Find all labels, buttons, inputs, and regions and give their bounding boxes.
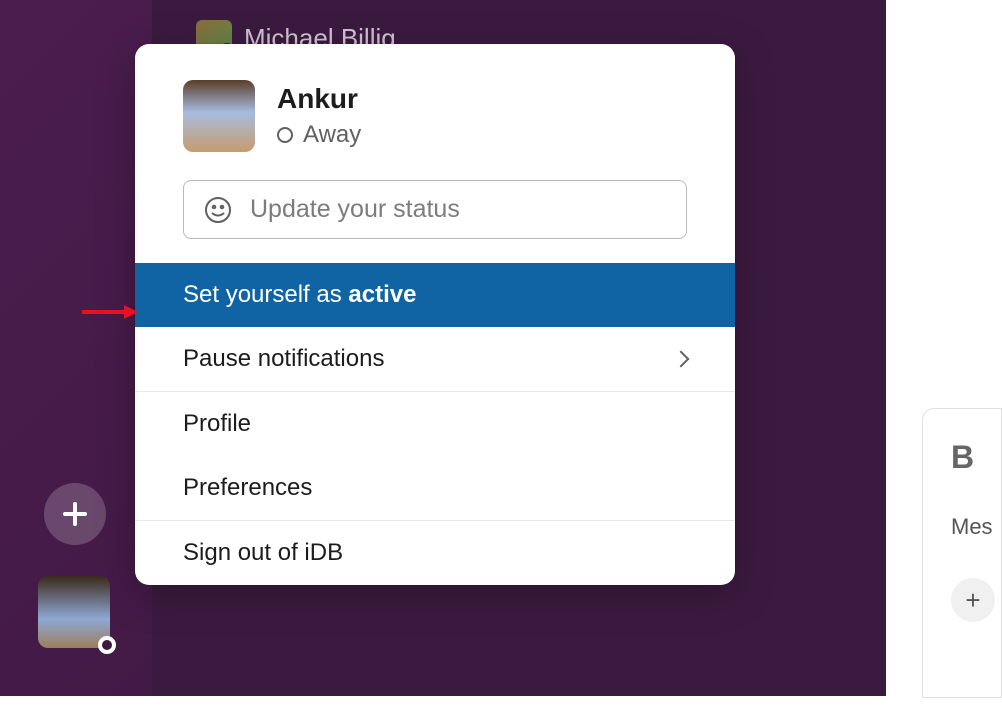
sign-out-menu-item[interactable]: Sign out of iDB xyxy=(135,521,735,585)
plus-icon xyxy=(60,499,90,529)
status-placeholder: Update your status xyxy=(250,195,460,224)
popup-status-text: Away xyxy=(303,121,361,149)
smiley-icon xyxy=(204,196,232,224)
profile-label: Profile xyxy=(183,410,251,438)
message-compose-pane: B Mes + xyxy=(922,408,1002,698)
compose-button[interactable] xyxy=(44,483,106,545)
profile-menu-item[interactable]: Profile xyxy=(135,392,735,456)
set-active-bold: active xyxy=(348,281,416,308)
chevron-right-icon xyxy=(673,351,690,368)
message-input-label[interactable]: Mes xyxy=(951,514,1001,540)
preferences-menu-item[interactable]: Preferences xyxy=(135,456,735,520)
sign-out-label: Sign out of iDB xyxy=(183,539,343,567)
update-status-input[interactable]: Update your status xyxy=(183,180,687,239)
bold-format-icon[interactable]: B xyxy=(951,439,1001,476)
popup-user-avatar xyxy=(183,80,255,152)
popup-status-line: Away xyxy=(277,121,361,149)
current-user-avatar[interactable] xyxy=(38,576,110,648)
pause-notifications-label: Pause notifications xyxy=(183,345,384,373)
set-active-prefix: Set yourself as xyxy=(183,281,348,308)
pause-notifications-menu-item[interactable]: Pause notifications xyxy=(135,327,735,391)
user-menu-popup: Ankur Away Update your status Set yourse… xyxy=(135,44,735,585)
preferences-label: Preferences xyxy=(183,474,312,502)
popup-user-name: Ankur xyxy=(277,83,361,115)
popup-header: Ankur Away xyxy=(135,44,735,180)
away-status-icon xyxy=(277,127,293,143)
set-active-menu-item[interactable]: Set yourself as active xyxy=(135,263,735,327)
current-user-status-dot xyxy=(98,636,116,654)
add-attachment-button[interactable]: + xyxy=(951,578,995,622)
